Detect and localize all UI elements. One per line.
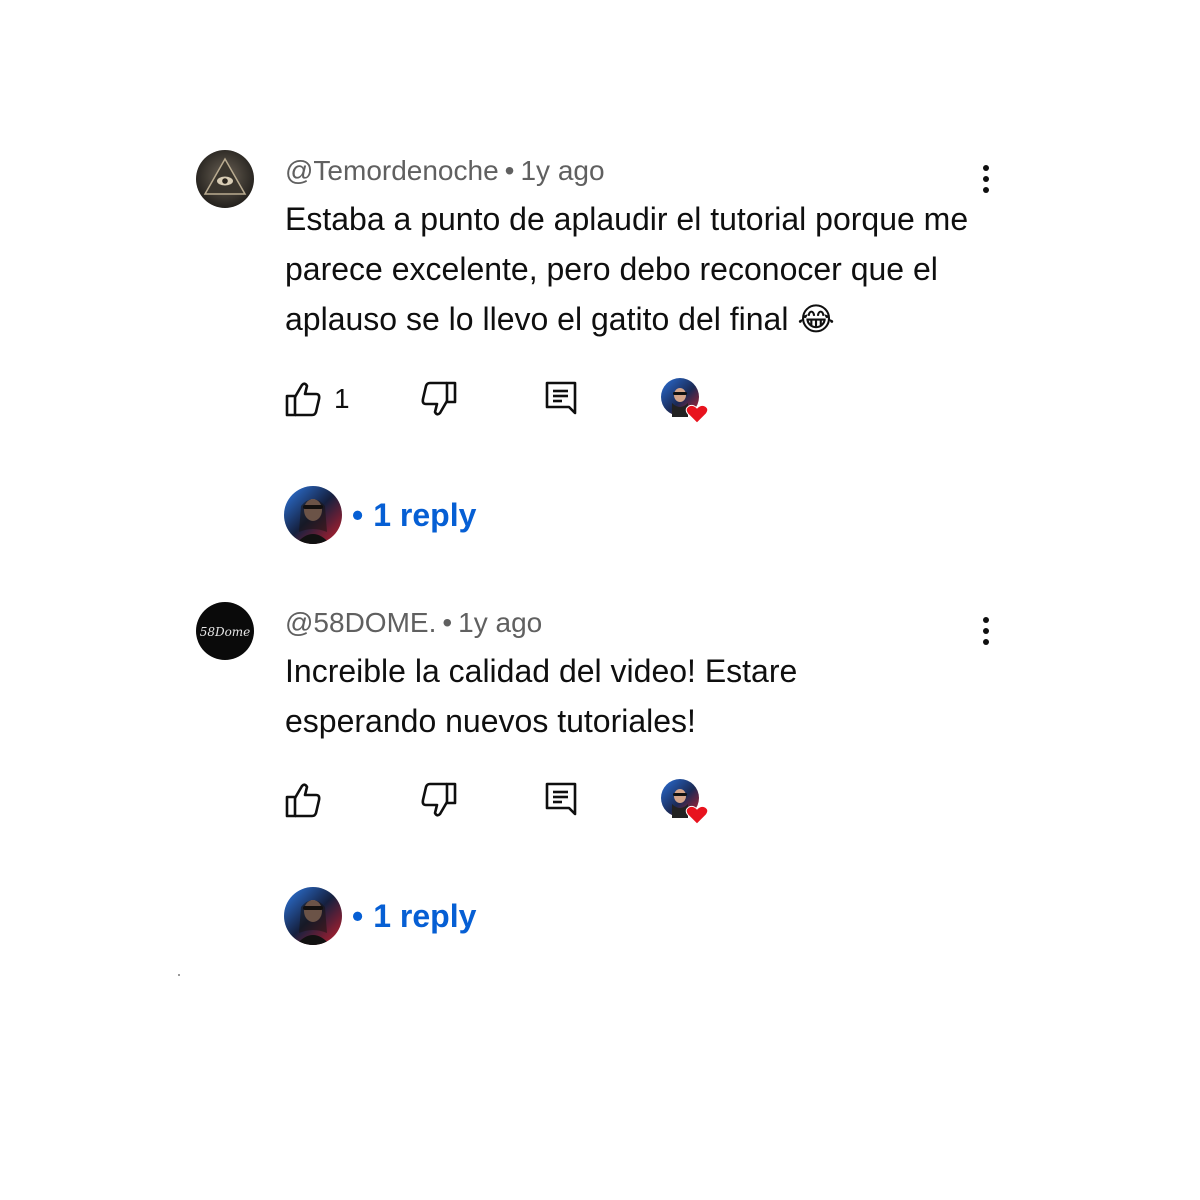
- view-replies-button[interactable]: • 1 reply: [284, 485, 476, 545]
- 58dome-logo: 58Dome: [200, 625, 251, 639]
- replier-avatar: [284, 486, 342, 544]
- thumbs-down-icon: [420, 780, 458, 820]
- comment-text-content: Estaba a punto de aplaudir el tutorial p…: [285, 201, 969, 337]
- like-count: 1: [334, 383, 350, 414]
- reply-button[interactable]: [544, 778, 578, 822]
- comment-text: Increible la calidad del video! Estare e…: [285, 646, 885, 746]
- reply-icon: [544, 380, 578, 418]
- comment-text: Estaba a punto de aplaudir el tutorial p…: [285, 194, 975, 344]
- comment-meta: @58DOME. • 1y ago: [285, 606, 542, 640]
- comment-author[interactable]: @58DOME.: [285, 607, 436, 638]
- more-vert-icon[interactable]: [968, 609, 1004, 653]
- replies-count-label[interactable]: 1 reply: [373, 497, 476, 534]
- like-button[interactable]: [284, 778, 334, 822]
- replies-separator: •: [352, 897, 364, 934]
- reply-icon: [544, 781, 578, 819]
- thumbs-up-icon: [284, 780, 322, 820]
- creator-heart-icon: [660, 377, 712, 425]
- dislike-button[interactable]: [420, 377, 458, 421]
- comment-text-content: Increible la calidad del video! Estare e…: [285, 653, 798, 739]
- thumbs-up-icon: [284, 379, 322, 419]
- comment-author[interactable]: @Temordenoche: [285, 155, 499, 186]
- comment-actions: 1: [284, 377, 724, 424]
- comment-time[interactable]: 1y ago: [520, 155, 604, 186]
- creator-heart-icon: [660, 778, 712, 826]
- like-button[interactable]: 1: [284, 377, 350, 421]
- replier-avatar: [284, 887, 342, 945]
- replies-count-label[interactable]: 1 reply: [373, 898, 476, 935]
- meta-separator: •: [442, 607, 453, 638]
- meta-separator: •: [504, 155, 515, 186]
- commenter-avatar[interactable]: 58Dome: [196, 602, 254, 660]
- view-replies-button[interactable]: • 1 reply: [284, 886, 476, 946]
- reply-button[interactable]: [544, 377, 578, 421]
- artifact-dot: [178, 974, 180, 976]
- dislike-button[interactable]: [420, 778, 458, 822]
- replies-separator: •: [352, 496, 364, 533]
- comment-meta: @Temordenoche • 1y ago: [285, 154, 605, 188]
- laughing-emoji: 😂: [797, 301, 835, 337]
- comment-time[interactable]: 1y ago: [458, 607, 542, 638]
- thumbs-down-icon: [420, 379, 458, 419]
- comment-actions: [284, 778, 724, 825]
- commenter-avatar[interactable]: [196, 150, 254, 208]
